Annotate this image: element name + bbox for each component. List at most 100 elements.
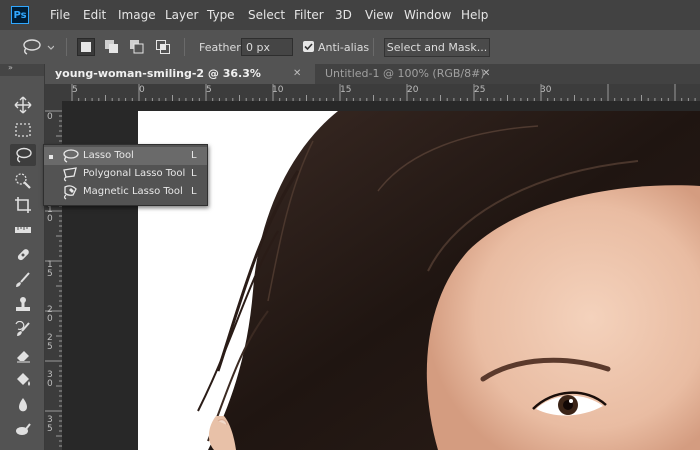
subtract-selection-icon (130, 40, 144, 54)
ruler-origin[interactable] (45, 84, 62, 101)
flyout-label: Polygonal Lasso Tool (83, 168, 186, 179)
ruler-label: 25 (474, 85, 486, 95)
eraser-icon (17, 351, 30, 363)
horizontal-ruler[interactable]: 5 0 5 10 15 20 25 30 (62, 84, 700, 101)
paint-bucket-tool[interactable] (10, 369, 36, 391)
flyout-label: Magnetic Lasso Tool (83, 186, 183, 197)
ruler-label: 10 (272, 85, 284, 95)
ruler-ticks (71, 84, 696, 101)
separator (66, 38, 67, 56)
separator (373, 38, 374, 56)
marquee-icon (15, 123, 31, 137)
tab-label: Untitled-1 @ 100% (RGB/8#) (325, 67, 485, 80)
new-selection-button[interactable] (77, 38, 95, 56)
intersect-selection-button[interactable] (154, 38, 172, 56)
toolbar-header[interactable]: » (0, 63, 44, 76)
lasso-icon (16, 147, 32, 163)
checkmark-icon (304, 43, 313, 51)
lasso-icon (63, 149, 79, 163)
ruler-label: 2 5 (47, 333, 53, 352)
select-and-mask-button[interactable]: Select and Mask... (384, 38, 490, 57)
flyout-label: Lasso Tool (83, 150, 134, 161)
quick-select-icon (15, 173, 31, 189)
subtract-from-selection-button[interactable] (128, 38, 146, 56)
flyout-item-lasso-tool[interactable]: Lasso Tool L (44, 147, 207, 165)
menu-type[interactable]: Type (207, 8, 235, 22)
ruler-label: 1 5 (47, 260, 53, 279)
ruler-label: 2 0 (47, 305, 53, 324)
close-icon[interactable]: ✕ (482, 64, 490, 84)
ruler-label: 30 (540, 85, 552, 95)
feather-input[interactable] (241, 38, 293, 56)
brush-icon (16, 272, 30, 287)
tab-untitled-1[interactable]: Untitled-1 @ 100% (RGB/8#) (315, 64, 505, 84)
close-icon[interactable]: ✕ (293, 64, 301, 84)
selected-indicator (49, 155, 53, 159)
ruler-label: 5 (206, 85, 212, 95)
new-selection-icon (81, 42, 91, 52)
crop-tool[interactable] (10, 194, 36, 216)
add-selection-icon (105, 40, 118, 53)
shortcut-key: L (191, 168, 197, 179)
options-bar: Feather: Anti-alias Select and Mask... (0, 30, 700, 65)
ruler-tool[interactable] (10, 219, 36, 241)
add-to-selection-button[interactable] (103, 38, 121, 56)
polygonal-lasso-icon (63, 167, 77, 182)
portrait-photo (197, 111, 700, 450)
menu-view[interactable]: View (365, 8, 393, 22)
lasso-icon (23, 39, 55, 55)
ruler-label: 15 (340, 85, 352, 95)
menu-file[interactable]: File (50, 8, 70, 22)
photoshop-logo: Ps (11, 6, 29, 24)
history-brush-icon (15, 321, 30, 336)
ruler-label: 3 5 (47, 415, 53, 434)
ruler-label: 1 0 (47, 205, 53, 224)
magnetic-lasso-icon (63, 185, 77, 200)
menu-3d[interactable]: 3D (335, 8, 352, 22)
quick-select-tool[interactable] (10, 169, 36, 191)
shortcut-key: L (191, 150, 197, 161)
healing-tool[interactable] (10, 244, 36, 266)
menu-edit[interactable]: Edit (83, 8, 106, 22)
smudge-icon (16, 423, 31, 435)
document-image[interactable] (138, 111, 700, 450)
stamp-tool[interactable] (10, 294, 36, 316)
menu-help[interactable]: Help (461, 8, 488, 22)
healing-icon (17, 249, 29, 261)
blur-icon (19, 398, 27, 412)
ruler-label: 0 (139, 85, 145, 95)
brush-tool[interactable] (10, 269, 36, 291)
marquee-tool[interactable] (10, 119, 36, 141)
ruler-label: 20 (407, 85, 419, 95)
ruler-label: 5 (72, 85, 78, 95)
menu-window[interactable]: Window (404, 8, 451, 22)
blur-tool[interactable] (10, 394, 36, 416)
menu-layer[interactable]: Layer (165, 8, 198, 22)
lasso-tool[interactable] (10, 144, 36, 166)
antialias-label: Anti-alias (318, 41, 370, 54)
crop-icon (15, 197, 31, 213)
stamp-icon (16, 297, 30, 311)
flyout-item-magnetic-lasso-tool[interactable]: Magnetic Lasso Tool L (44, 183, 207, 201)
eraser-tool[interactable] (10, 344, 36, 366)
ruler-icon (15, 227, 31, 233)
flyout-item-polygonal-lasso-tool[interactable]: Polygonal Lasso Tool L (44, 165, 207, 183)
paint-bucket-icon (17, 373, 30, 386)
antialias-checkbox[interactable] (303, 41, 314, 52)
tool-preset-picker[interactable] (10, 36, 60, 58)
shortcut-key: L (191, 186, 197, 197)
tools-panel: » (0, 63, 45, 450)
tab-young-woman-smiling[interactable]: young-woman-smiling-2 @ 36.3% (RGB/8*) * (45, 64, 315, 100)
history-brush-tool[interactable] (10, 319, 36, 341)
lasso-tools-flyout: Lasso Tool L Polygonal Lasso Tool L Magn… (43, 144, 208, 206)
move-icon (14, 96, 32, 114)
move-tool[interactable] (10, 94, 36, 116)
menu-image[interactable]: Image (118, 8, 156, 22)
menu-filter[interactable]: Filter (294, 8, 324, 22)
menu-bar: Ps File Edit Image Layer Type Select Fil… (0, 0, 700, 30)
smudge-tool[interactable] (10, 419, 36, 441)
feather-label: Feather: (199, 41, 245, 54)
document-tab-bar: young-woman-smiling-2 @ 36.3% (RGB/8*) *… (45, 64, 700, 100)
collapse-icon: » (8, 63, 13, 72)
menu-select[interactable]: Select (248, 8, 285, 22)
